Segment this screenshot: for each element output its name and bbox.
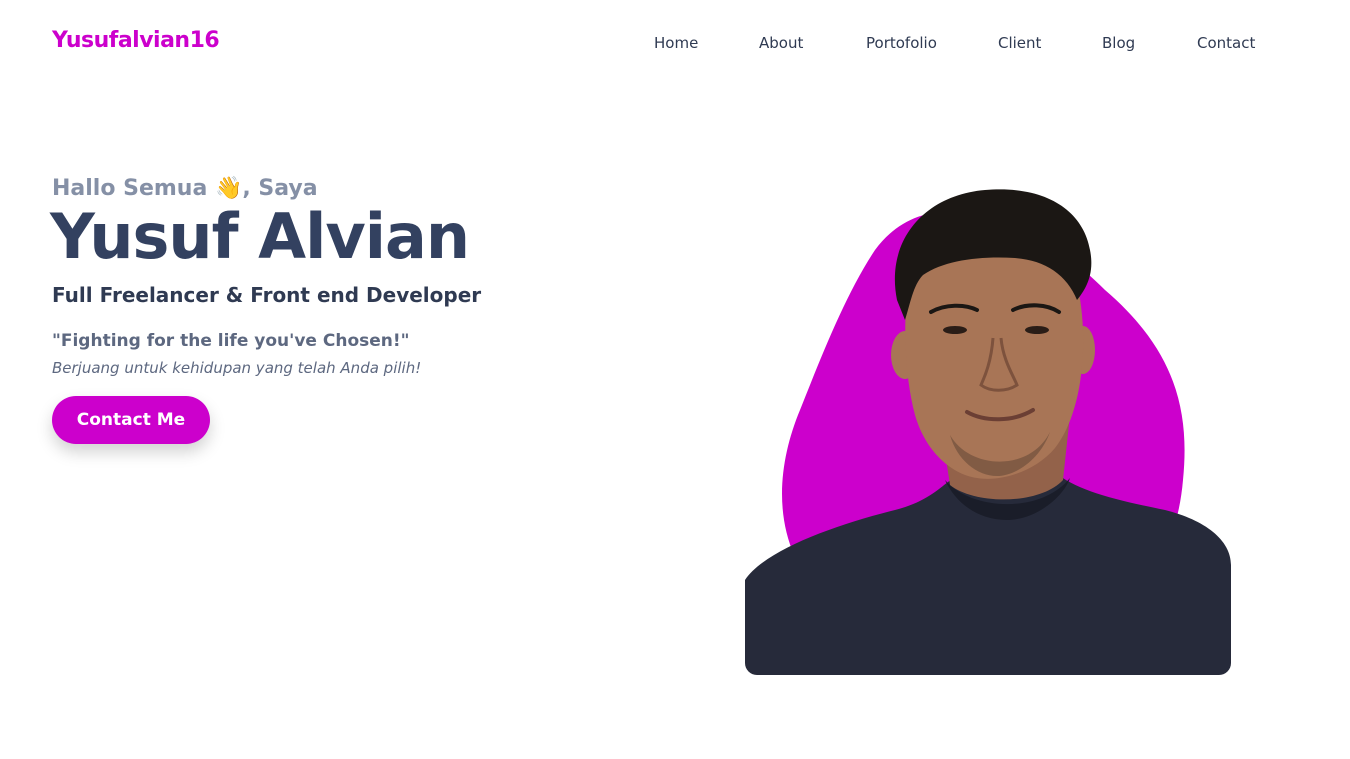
right-eye [1025,326,1049,334]
hero-quote: "Fighting for the life you've Chosen!" [52,331,410,351]
portrait-illustration [745,189,1231,675]
nav-item-about[interactable]: About [759,34,803,52]
portfolio-page: Yusufalvian16 Home About Portofolio Clie… [0,0,1350,759]
main-nav: Home About Portofolio Client Blog Contac… [0,34,1350,54]
nav-item-client[interactable]: Client [998,34,1041,52]
nav-item-blog[interactable]: Blog [1102,34,1135,52]
left-eye [943,326,967,334]
hero-name: Yusuf Alvian [50,200,470,273]
nav-item-contact[interactable]: Contact [1197,34,1255,52]
profile-portrait [745,180,1231,675]
hero-role: Full Freelancer & Front end Developer [52,283,482,307]
hero-greeting: Hallo Semua 👋, Saya [52,176,318,201]
nav-item-portofolio[interactable]: Portofolio [866,34,937,52]
nav-item-home[interactable]: Home [654,34,698,52]
hero-quote-translation: Berjuang untuk kehidupan yang telah Anda… [52,359,422,377]
contact-me-button[interactable]: Contact Me [52,396,210,444]
